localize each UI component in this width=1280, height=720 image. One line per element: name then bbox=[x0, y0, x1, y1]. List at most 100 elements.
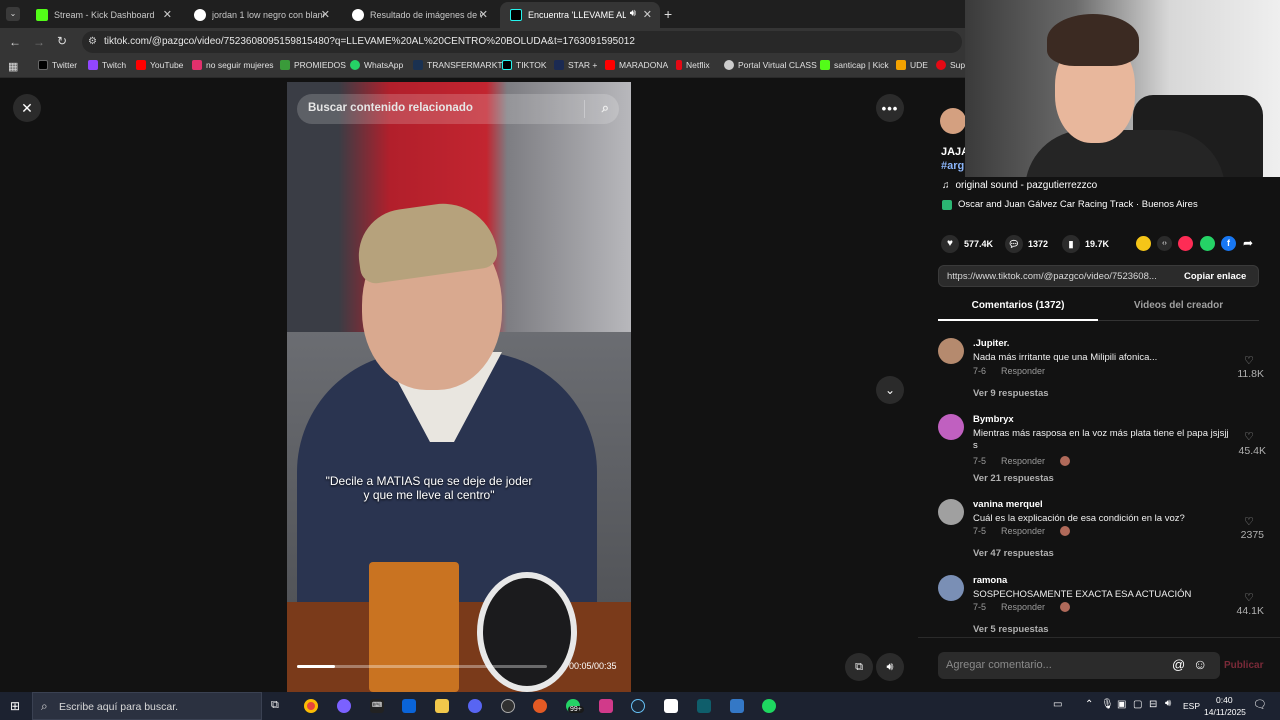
location-row[interactable]: Oscar and Juan Gálvez Car Racing Track ·… bbox=[942, 199, 1198, 210]
avatar[interactable] bbox=[938, 414, 964, 440]
avatar[interactable] bbox=[938, 338, 964, 364]
chrome-icon[interactable] bbox=[304, 699, 318, 713]
tab-comments[interactable]: Comentarios (1372) bbox=[938, 300, 1098, 321]
comment-input[interactable]: Agregar comentario... @ ☺ bbox=[938, 652, 1220, 679]
language-indicator[interactable]: ESP bbox=[1183, 701, 1200, 711]
reply-button[interactable]: Responder bbox=[1001, 366, 1045, 376]
bookmark-promiedos[interactable]: PROMIEDOS bbox=[280, 60, 346, 70]
bookmark-ude[interactable]: UDE bbox=[896, 60, 928, 70]
bookmark-maradona[interactable]: MARADONA bbox=[605, 60, 668, 70]
comment-username[interactable]: .Jupiter. bbox=[973, 338, 1009, 349]
forward-icon[interactable]: → bbox=[33, 35, 45, 49]
discord-icon[interactable] bbox=[468, 699, 482, 713]
network-icon[interactable]: ⊟ bbox=[1149, 699, 1157, 710]
save-button[interactable]: ▮ 19.7K bbox=[1062, 235, 1109, 253]
windows-start-icon[interactable]: ⊞ bbox=[10, 699, 20, 713]
reply-button[interactable]: Responder bbox=[1001, 526, 1045, 536]
video-player[interactable] bbox=[287, 82, 631, 692]
steam-icon[interactable] bbox=[631, 699, 645, 713]
apps-grid-icon[interactable]: ▦ bbox=[8, 60, 18, 73]
more-options-button[interactable]: ••• bbox=[876, 94, 904, 122]
tab-list-button[interactable]: ⌄ bbox=[6, 7, 20, 21]
close-tab-icon[interactable]: ✕ bbox=[643, 8, 652, 21]
new-tab-button[interactable]: + bbox=[664, 6, 672, 22]
bookmark-star[interactable]: STAR + bbox=[554, 60, 597, 70]
reply-button[interactable]: Responder bbox=[1001, 456, 1045, 466]
mention-icon[interactable]: @ bbox=[1172, 657, 1185, 672]
comment-username[interactable]: ramona bbox=[973, 575, 1007, 586]
heart-outline-icon[interactable]: ♡ bbox=[1244, 515, 1256, 528]
terminal-icon[interactable]: ⌨ bbox=[370, 699, 384, 713]
app-orange-icon[interactable] bbox=[533, 699, 547, 713]
share-tiktok-icon[interactable] bbox=[1178, 236, 1193, 251]
close-tab-icon[interactable]: ✕ bbox=[163, 8, 172, 21]
site-info-icon[interactable]: ⚙ bbox=[88, 31, 97, 53]
bookmark-transfermarkt[interactable]: TRANSFERMARKT bbox=[413, 60, 503, 70]
heart-outline-icon[interactable]: ♡ bbox=[1244, 354, 1256, 367]
video-link-text[interactable]: https://www.tiktok.com/@pazgco/video/752… bbox=[947, 271, 1157, 282]
comment-username[interactable]: Bymbryx bbox=[973, 414, 1014, 425]
view-replies-button[interactable]: Ver 21 respuestas bbox=[973, 473, 1054, 484]
volume-button[interactable]: 🔊︎ bbox=[876, 653, 904, 681]
tab-google-images[interactable]: Resultado de imágenes de Goo ✕ bbox=[342, 2, 496, 28]
file-explorer-icon[interactable] bbox=[435, 699, 449, 713]
next-video-button[interactable]: ⌄ bbox=[876, 376, 904, 404]
bookmark-sup[interactable]: Sup bbox=[936, 60, 965, 70]
view-replies-button[interactable]: Ver 9 respuestas bbox=[973, 388, 1049, 399]
speaker-icon[interactable]: 🔊︎ bbox=[630, 8, 636, 19]
display-icon[interactable]: ▭ bbox=[1053, 699, 1062, 710]
speaker-icon[interactable]: 🔊︎ bbox=[1165, 698, 1171, 709]
emoji-icon[interactable]: ☺ bbox=[1193, 656, 1207, 672]
share-arrow-icon[interactable]: ➦ bbox=[1243, 236, 1253, 250]
tray-app-icon[interactable]: ▢ bbox=[1133, 699, 1142, 710]
floating-player-button[interactable]: ⧉ bbox=[845, 653, 873, 681]
url-field[interactable]: ⚙ tiktok.com/@pazgco/video/7523608095159… bbox=[82, 31, 962, 53]
shield-app-icon[interactable] bbox=[730, 699, 744, 713]
sound-row[interactable]: ♫ original sound - pazgutierrezzco bbox=[942, 180, 1097, 191]
comment-username[interactable]: vanina merquel bbox=[973, 499, 1043, 510]
copilot-icon[interactable] bbox=[337, 699, 351, 713]
share-whatsapp-icon[interactable] bbox=[1200, 236, 1215, 251]
close-tab-icon[interactable]: ✕ bbox=[321, 8, 330, 21]
close-button[interactable]: ✕ bbox=[13, 94, 41, 122]
outlook-icon[interactable] bbox=[402, 699, 416, 713]
clock-time[interactable]: 0:40 bbox=[1216, 695, 1233, 705]
creator-avatar[interactable] bbox=[940, 108, 966, 134]
spotify-icon[interactable] bbox=[762, 699, 776, 713]
heart-outline-icon[interactable]: ♡ bbox=[1244, 591, 1256, 604]
embed-icon[interactable]: ‹› bbox=[1157, 236, 1172, 251]
bookmark-instagram[interactable]: no seguir mujeres bbox=[192, 60, 274, 70]
reload-icon[interactable]: ↻ bbox=[57, 34, 67, 48]
view-replies-button[interactable]: Ver 47 respuestas bbox=[973, 548, 1054, 559]
comment-count-button[interactable]: 💬︎ 1372 bbox=[1005, 235, 1048, 253]
bookmark-twitter[interactable]: Twitter bbox=[38, 60, 77, 70]
tab-creator-videos[interactable]: Videos del creador bbox=[1098, 300, 1259, 321]
taskbar-search-input[interactable]: ⌕ Escribe aquí para buscar. bbox=[32, 692, 262, 720]
task-view-icon[interactable]: ⧉ bbox=[271, 699, 279, 712]
tab-tiktok[interactable]: Encuentra 'LLEVAME AL CE 🔊︎ ✕ bbox=[500, 2, 660, 28]
bookmark-youtube[interactable]: YouTube bbox=[136, 60, 183, 70]
tab-kick-dashboard[interactable]: Stream - Kick Dashboard ✕ bbox=[26, 2, 180, 28]
reply-button[interactable]: Responder bbox=[1001, 602, 1045, 612]
app-teal-icon[interactable] bbox=[697, 699, 711, 713]
tab-google-jordan[interactable]: jordan 1 low negro con blanco ✕ bbox=[184, 2, 338, 28]
post-comment-button[interactable]: Publicar bbox=[1224, 660, 1263, 671]
bookmark-twitch[interactable]: Twitch bbox=[88, 60, 126, 70]
video-progress-bar[interactable] bbox=[297, 665, 547, 668]
microphone-icon[interactable]: 🎙︎ bbox=[1101, 699, 1114, 710]
related-search-input[interactable]: Buscar contenido relacionado ⌕ bbox=[297, 94, 619, 124]
clock-date[interactable]: 14/11/2025 bbox=[1204, 707, 1246, 717]
app-pink-icon[interactable] bbox=[599, 699, 613, 713]
share-facebook-icon[interactable]: f bbox=[1221, 236, 1236, 251]
like-button[interactable]: ♥ 577.4K bbox=[941, 235, 993, 253]
bookmark-kick[interactable]: santicap | Kick bbox=[820, 60, 889, 70]
copy-link-button[interactable]: Copiar enlace bbox=[1184, 271, 1246, 282]
bookmark-netflix[interactable]: Netflix bbox=[676, 60, 710, 70]
share-coin-icon[interactable] bbox=[1136, 236, 1151, 251]
view-replies-button[interactable]: Ver 5 respuestas bbox=[973, 624, 1049, 635]
obs-icon[interactable] bbox=[501, 699, 515, 713]
bookmark-portal-class[interactable]: Portal Virtual CLASS bbox=[724, 60, 817, 70]
notifications-icon[interactable]: 🗨︎ bbox=[1253, 698, 1267, 711]
post-hashtag[interactable]: #arg bbox=[941, 160, 964, 172]
bookmark-whatsapp[interactable]: WhatsApp bbox=[350, 60, 403, 70]
